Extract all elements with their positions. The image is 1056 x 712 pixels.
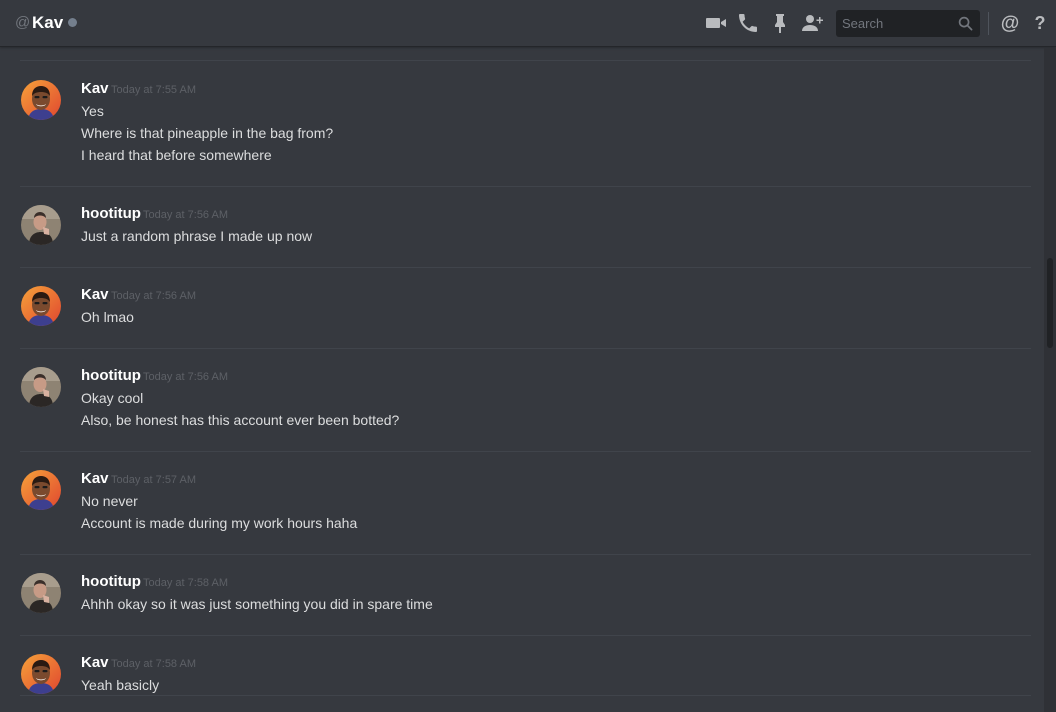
- message-text: I heard that before somewhere: [81, 147, 272, 163]
- search-input[interactable]: [836, 10, 954, 37]
- hootitup-avatar[interactable]: [21, 205, 61, 245]
- message-group: Kav Today at 7:58 AM Yeah basicly: [0, 654, 1044, 700]
- channel-name[interactable]: Kav: [32, 12, 63, 34]
- dm-window: @ Kav @ ?: [0, 0, 1056, 712]
- add-friend-icon[interactable]: [800, 11, 824, 35]
- message-group: Kav Today at 7:57 AM No never Account is ma…: [0, 470, 1044, 538]
- message-text: Also, be honest has this account ever be…: [81, 412, 400, 428]
- kav-avatar[interactable]: [21, 470, 61, 510]
- message-timestamp: Today at 7:57 AM: [111, 474, 196, 486]
- pin-icon[interactable]: [768, 11, 792, 35]
- message-text: Okay cool: [81, 390, 144, 406]
- message-text: No never: [81, 493, 138, 509]
- message-author[interactable]: hootitup: [81, 573, 141, 591]
- at-icon: @: [15, 14, 31, 31]
- message-divider: [20, 348, 1031, 349]
- scrollbar[interactable]: [1044, 48, 1056, 712]
- message-author[interactable]: Kav: [81, 286, 109, 304]
- message-group: hootitup Today at 7:58 AM Ahhh okay so it …: [0, 573, 1044, 619]
- message-group: hootitup Today at 7:56 AM Okay cool Also, b…: [0, 367, 1044, 435]
- message-divider: [20, 695, 1031, 696]
- search-icon[interactable]: [958, 16, 973, 31]
- message-timestamp: Today at 7:58 AM: [143, 577, 228, 589]
- help-icon[interactable]: ?: [1028, 11, 1052, 35]
- message-list: Kav Today at 7:55 AM Yes Where is that pine…: [0, 48, 1044, 712]
- message-divider: [20, 60, 1031, 61]
- message-author[interactable]: Kav: [81, 470, 109, 488]
- message-timestamp: Today at 7:58 AM: [111, 658, 196, 670]
- kav-avatar[interactable]: [21, 80, 61, 120]
- message-text: Where is that pineapple in the bag from?: [81, 125, 334, 141]
- message-divider: [20, 186, 1031, 187]
- message-author[interactable]: hootitup: [81, 205, 141, 223]
- video-call-icon[interactable]: [704, 11, 728, 35]
- svg-text:?: ?: [1035, 13, 1046, 33]
- hootitup-avatar[interactable]: [21, 367, 61, 407]
- kav-avatar[interactable]: [21, 654, 61, 694]
- message-author[interactable]: hootitup: [81, 367, 141, 385]
- message-divider: [20, 267, 1031, 268]
- message-text: Just a random phrase I made up now: [81, 228, 313, 244]
- message-text: Account is made during my work hours hah…: [81, 515, 358, 531]
- scrollbar-thumb[interactable]: [1047, 258, 1053, 348]
- message-text: Oh lmao: [81, 309, 134, 325]
- message-divider: [20, 554, 1031, 555]
- message-timestamp: Today at 7:55 AM: [111, 84, 196, 96]
- hootitup-avatar[interactable]: [21, 573, 61, 613]
- search-box[interactable]: [836, 10, 980, 37]
- message-timestamp: Today at 7:56 AM: [143, 371, 228, 383]
- message-group: Kav Today at 7:56 AM Oh lmao: [0, 286, 1044, 332]
- svg-text:@: @: [1001, 13, 1020, 34]
- message-author[interactable]: Kav: [81, 80, 109, 98]
- message-text: Ahhh okay so it was just something you d…: [81, 596, 433, 612]
- kav-avatar[interactable]: [21, 286, 61, 326]
- message-timestamp: Today at 7:56 AM: [111, 290, 196, 302]
- message-text: Yeah basicly: [81, 677, 160, 693]
- message-timestamp: Today at 7:56 AM: [143, 209, 228, 221]
- message-divider: [20, 635, 1031, 636]
- header-divider: [988, 12, 989, 35]
- message-text: Yes: [81, 103, 104, 119]
- status-indicator: [68, 18, 77, 27]
- message-author[interactable]: Kav: [81, 654, 109, 672]
- message-divider: [20, 451, 1031, 452]
- voice-call-icon[interactable]: [736, 11, 760, 35]
- message-group: Kav Today at 7:55 AM Yes Where is that pine…: [0, 80, 1044, 170]
- channel-header: @ Kav @ ?: [0, 0, 1056, 47]
- mention-icon[interactable]: @: [998, 11, 1022, 35]
- message-group: hootitup Today at 7:56 AM Just a random ph…: [0, 205, 1044, 251]
